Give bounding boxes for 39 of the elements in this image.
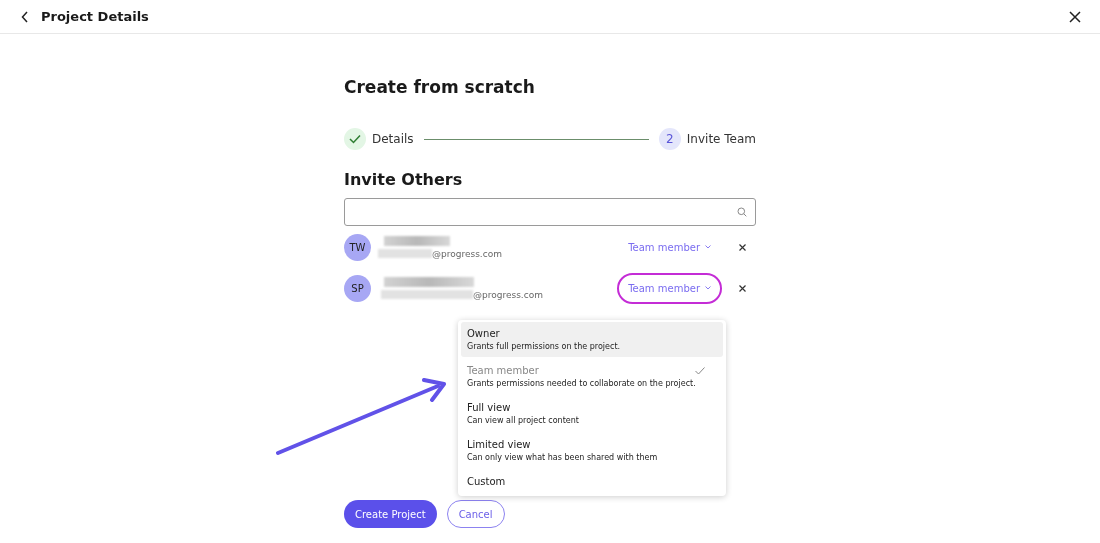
close-icon[interactable]	[1069, 10, 1081, 23]
option-title: Limited view	[467, 439, 531, 450]
role-dropdown[interactable]: Team member	[617, 272, 722, 304]
option-title: Owner	[467, 328, 500, 339]
caret-icon	[705, 245, 711, 249]
option-title: Full view	[467, 402, 511, 413]
member-email: @progress.com	[473, 289, 543, 300]
remove-icon[interactable]	[739, 284, 746, 292]
menu-option[interactable]: Full view Can view all project content	[461, 396, 723, 431]
option-description: Grants full permissions on the project.	[467, 342, 622, 351]
avatar: SP	[344, 274, 371, 302]
step-label: Invite Team	[686, 132, 756, 146]
option-description: Grants permissions needed to collaborate on the project.	[467, 379, 697, 388]
option-title: Custom	[467, 476, 506, 487]
step-number: 2	[658, 128, 681, 150]
redacted-email	[378, 249, 432, 258]
search-icon	[737, 207, 747, 217]
role-dropdown[interactable]: Team member	[617, 231, 722, 263]
page-title: Project Details	[41, 9, 149, 24]
back-icon[interactable]	[21, 10, 29, 23]
member-email: @progress.com	[432, 248, 502, 259]
search-field[interactable]	[344, 198, 756, 226]
menu-option[interactable]: Owner Grants full permissions on the project.	[461, 322, 723, 357]
option-description: Can only view what has been shared with them	[467, 453, 659, 462]
section-title: Invite Others	[344, 170, 464, 189]
step-label: Details	[372, 132, 414, 146]
redacted-name	[384, 235, 450, 246]
avatar: TW	[344, 233, 371, 261]
menu-option[interactable]: Team member Grants permissions needed to collaborate on the project.	[461, 359, 723, 394]
form-heading: Create from scratch	[344, 77, 536, 99]
menu-option[interactable]: Custom	[461, 470, 723, 494]
cancel-button[interactable]: Cancel	[446, 500, 505, 528]
option-description: Can view all project content	[467, 416, 580, 425]
caret-icon	[705, 286, 711, 290]
option-title: Team member	[467, 365, 539, 376]
remove-icon[interactable]	[739, 243, 746, 251]
check-icon	[695, 366, 705, 375]
menu-option[interactable]: Limited view Can only view what has been shared with them	[461, 433, 723, 468]
create-button[interactable]: Create Project	[344, 500, 437, 528]
